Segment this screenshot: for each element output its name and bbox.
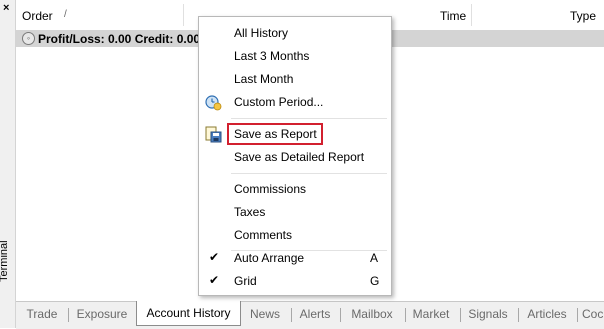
tab-trade[interactable]: Trade (22, 304, 62, 325)
tab-separator (518, 308, 519, 322)
menu-item-comments[interactable]: Comments (199, 224, 391, 246)
close-icon[interactable]: × (3, 1, 9, 15)
save-report-icon (205, 126, 222, 143)
column-divider[interactable] (183, 4, 184, 26)
tab-alerts[interactable]: Alerts (295, 304, 335, 325)
menu-item-all-history[interactable]: All History (199, 22, 391, 44)
terminal-label: Terminal (0, 240, 10, 282)
tab-signals[interactable]: Signals (464, 304, 512, 325)
tab-articles[interactable]: Articles (521, 304, 573, 325)
menu-item-commissions[interactable]: Commissions (199, 178, 391, 200)
menu-item-save-as-detailed-report[interactable]: Save as Detailed Report (199, 146, 391, 168)
tab-separator (405, 308, 406, 322)
tab-exposure[interactable]: Exposure (72, 304, 132, 325)
menu-item-shortcut: G (370, 274, 380, 288)
menu-item-label: Grid (234, 274, 257, 288)
menu-item-shortcut: A (370, 251, 379, 265)
menu-item-label: Custom Period... (234, 95, 324, 109)
menu-item-last-3-months[interactable]: Last 3 Months (199, 45, 391, 67)
menu-item-label: Last Month (234, 72, 294, 86)
terminal-side-strip: × Terminal (0, 0, 16, 328)
tab-separator (68, 308, 69, 322)
summary-text: Profit/Loss: 0.00 Credit: 0.00 (38, 32, 201, 46)
tab-account-history[interactable]: Account History (136, 301, 241, 326)
menu-item-label: Save as Detailed Report (234, 150, 365, 164)
menu-separator (231, 173, 387, 174)
tab-separator (291, 308, 292, 322)
checkmark-icon: ✔ (209, 273, 220, 287)
checkmark-icon: ✔ (209, 250, 220, 264)
tab-mailbox[interactable]: Mailbox (344, 304, 400, 325)
tab-separator (577, 308, 578, 322)
tab-separator (340, 308, 341, 322)
menu-item-custom-period[interactable]: Custom Period... (199, 91, 391, 113)
menu-item-label: Commissions (234, 182, 307, 196)
menu-item-taxes[interactable]: Taxes (199, 201, 391, 223)
tab-news[interactable]: News (245, 304, 285, 325)
tab-separator (460, 308, 461, 322)
context-menu: All History Last 3 Months Last Month Cus… (198, 16, 392, 296)
terminal-tab-bar: Trade Exposure Account History News Aler… (16, 301, 604, 329)
menu-item-auto-arrange[interactable]: ✔ Auto Arrange A (199, 247, 391, 269)
tab-code-base[interactable]: Coc (582, 304, 604, 325)
menu-item-label: Taxes (234, 205, 266, 219)
menu-item-label: Auto Arrange (234, 251, 305, 265)
calendar-clock-icon (205, 94, 222, 111)
column-header-time[interactable]: Time (440, 9, 466, 23)
column-header-type[interactable]: Type (570, 9, 596, 23)
menu-item-label: All History (234, 26, 289, 40)
menu-item-label: Comments (234, 228, 293, 242)
menu-item-last-month[interactable]: Last Month (199, 68, 391, 90)
menu-item-save-as-report[interactable]: Save as Report (199, 123, 391, 145)
menu-separator (231, 118, 387, 119)
column-header-order[interactable]: Order (22, 9, 53, 23)
menu-item-label: Last 3 Months (234, 49, 310, 63)
menu-item-label: Save as Report (234, 127, 317, 141)
sort-indicator-icon: / (64, 9, 67, 20)
tab-market[interactable]: Market (408, 304, 454, 325)
column-divider[interactable] (471, 4, 472, 26)
menu-item-grid[interactable]: ✔ Grid G (199, 270, 391, 292)
summary-icon: ◦ (22, 32, 35, 45)
